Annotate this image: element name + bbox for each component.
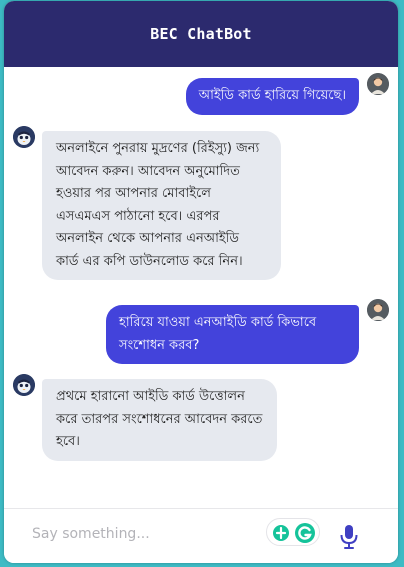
message-line: হবে। [56, 434, 80, 449]
user-avatar-icon [367, 73, 389, 95]
message-composer [4, 508, 398, 563]
microphone-icon[interactable] [339, 524, 359, 550]
chat-title: BEC ChatBot [150, 25, 252, 43]
message-list[interactable]: আইডি কার্ড হারিয়ে গিয়েছে। অনলাইনে পুনর… [4, 67, 398, 508]
grammarly-icon[interactable] [295, 523, 315, 543]
user-avatar-icon [367, 299, 389, 321]
user-message-bubble: আইডি কার্ড হারিয়ে গিয়েছে। [185, 78, 359, 115]
chat-header: BEC ChatBot [4, 1, 398, 67]
message-line: আইডি কার্ড হারিয়ে গিয়েছে। [198, 88, 346, 103]
chatbot-window: BEC ChatBot আইডি কার্ড হারিয়ে গিয়েছে। [4, 1, 398, 563]
message-line: হওয়ার পর আপনার মোবাইলে [56, 186, 211, 201]
message-line: অনলাইনে পুনরায় মুদ্রণের (রিইস্যু) জন্য [56, 141, 260, 156]
message-line: এসএমএস পাঠানো হবে। এরপর [56, 208, 220, 224]
message-line: প্রথমে হারানো আইডি কার্ড উত্তোলন [56, 389, 245, 404]
bot-message-bubble: প্রথমে হারানো আইডি কার্ড উত্তোলন করে তার… [42, 379, 277, 461]
message-line: করে তারপর সংশোধনের আবেদন করতে [56, 411, 263, 427]
message-line: আবেদন করুন। আবেদন অনুমোদিত [56, 163, 240, 179]
message-line: সংশোধন করব? [119, 337, 200, 353]
bot-message-bubble: অনলাইনে পুনরায় মুদ্রণের (রিইস্যু) জন্য … [42, 131, 281, 280]
user-message-bubble: হারিয়ে যাওয়া এনআইডি কার্ড কিভাবে সংশোধ… [106, 305, 359, 364]
message-line: হারিয়ে যাওয়া এনআইডি কার্ড কিভাবে [119, 315, 317, 330]
grammarly-suggestion-icon[interactable] [273, 525, 289, 541]
message-input[interactable] [32, 519, 252, 549]
bot-avatar-icon [13, 374, 35, 396]
message-line: কার্ড এর কপি ডাউনলোড করে নিন। [56, 253, 243, 269]
grammarly-widget[interactable] [266, 518, 320, 546]
message-line: অনলাইন থেকে আপনার এনআইডি [56, 231, 239, 246]
bot-avatar-icon [13, 126, 35, 148]
